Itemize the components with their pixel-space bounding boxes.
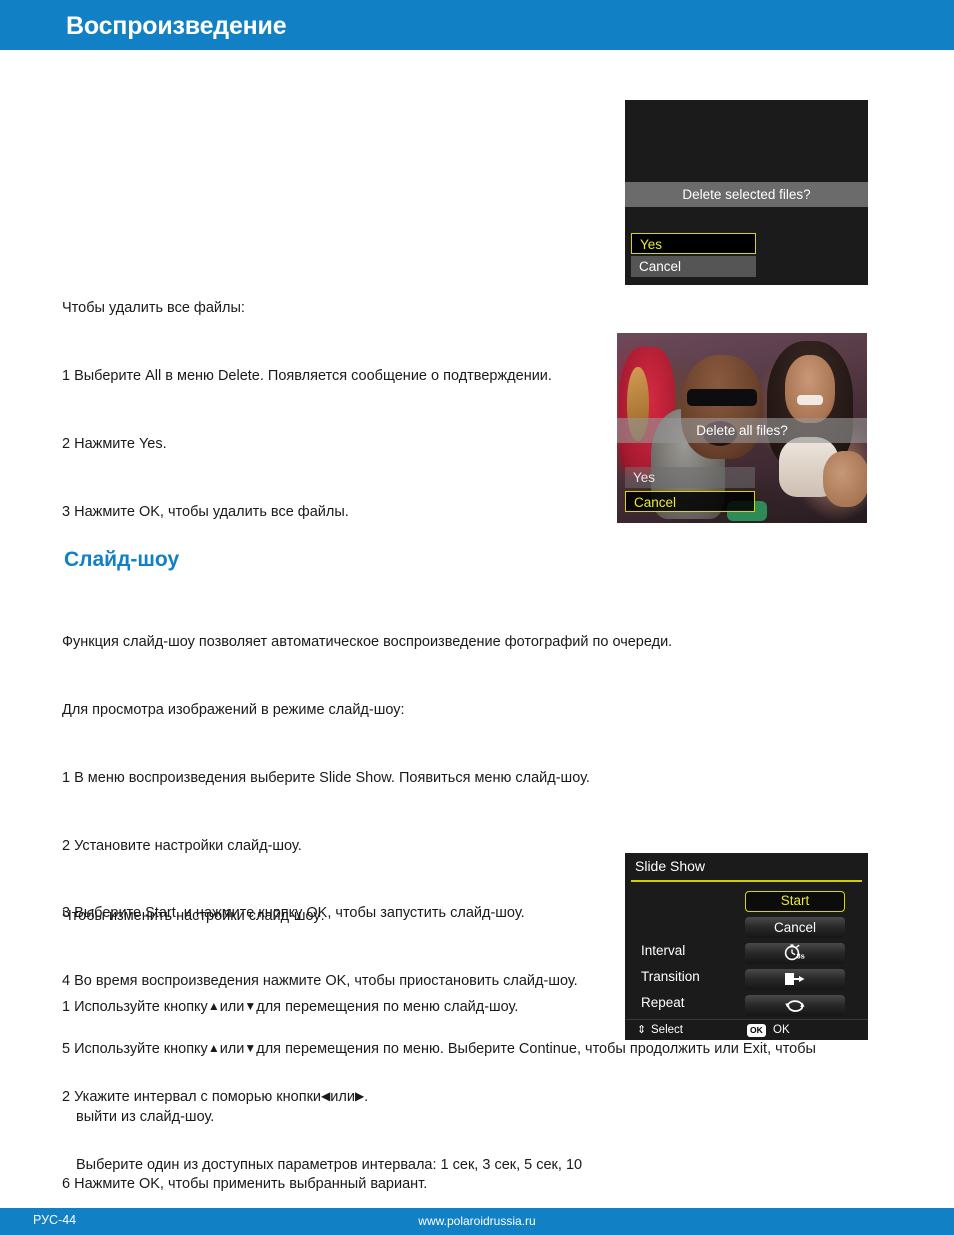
section-heading-slideshow: Слайд-шоу (64, 548, 180, 571)
camera-screen-slide-show: Slide Show Start Cancel Interval 3s Tran… (625, 853, 868, 1040)
photo-hands (823, 451, 867, 507)
left-arrow-icon: ◀ (321, 1088, 331, 1103)
settings-intro: Чтобы изменить настройки слайд-шоу: (62, 908, 325, 925)
settings-step-2-part-a: 2 Укажите интервал с поморью кнопки (62, 1088, 322, 1105)
delete-all-cancel-button[interactable]: Cancel (625, 491, 755, 512)
slide-show-title: Slide Show (635, 858, 706, 874)
slide-show-repeat-value[interactable] (745, 995, 845, 1016)
delete-all-step-2: 2 Нажмите Yes. (62, 435, 167, 452)
settings-step-1-part-c: для перемещения по меню слайд-шоу. (256, 998, 519, 1015)
slideshow-settings-text-block: Чтобы изменить настройки слайд-шоу: 1 Ис… (62, 860, 622, 1235)
loop-repeat-icon (785, 1000, 805, 1012)
delete-all-yes-button[interactable]: Yes (625, 467, 755, 488)
camera-screen-delete-all: Delete all files? Yes Cancel (617, 333, 867, 523)
ok-button-badge-icon: OK (747, 1024, 766, 1037)
up-arrow-icon: ▲ (207, 998, 220, 1013)
delete-selected-cancel-button[interactable]: Cancel (631, 256, 756, 277)
page-title: Воспроизведение (66, 12, 287, 40)
slide-show-interval-value[interactable]: 3s (745, 943, 845, 964)
slide-in-icon (785, 973, 805, 985)
delete-all-text-block: Чтобы удалить все файлы: 1 Выберите All … (62, 252, 622, 568)
status-select-label: Select (651, 1024, 683, 1036)
photo-face-right (785, 355, 835, 423)
delete-selected-yes-button[interactable]: Yes (631, 233, 756, 254)
slideshow-para-2: Для просмотра изображений в режиме слайд… (62, 701, 405, 718)
title-divider (631, 880, 862, 882)
delete-all-intro: Чтобы удалить все файлы: (62, 300, 245, 317)
camera-screen-delete-selected: Delete selected files? Yes Cancel (625, 100, 868, 285)
delete-all-step-3: 3 Нажмите OK, чтобы удалить все файлы. (62, 503, 349, 520)
slide-show-repeat-label: Repeat (641, 995, 685, 1010)
status-ok-label: OK (773, 1024, 790, 1036)
slideshow-para-1: Функция слайд-шоу позволяет автоматическ… (62, 634, 673, 651)
manual-page: Воспроизведение Чтобы удалить все файлы:… (0, 0, 954, 1235)
right-arrow-icon: ▶ (354, 1088, 365, 1103)
delete-all-banner: Delete all files? (617, 418, 867, 443)
slide-show-transition-value[interactable] (745, 969, 845, 990)
stopwatch-icon: 3s (784, 944, 805, 961)
slideshow-step-1: 1 В меню воспроизведения выберите Slide … (62, 769, 590, 786)
down-arrow-icon: ▼ (244, 998, 257, 1013)
settings-step-1-part-a: 1 Используйте кнопку (62, 998, 208, 1015)
slide-show-cancel-button[interactable]: Cancel (745, 917, 845, 938)
footer-website-url: www.polaroidrussia.ru (418, 1214, 536, 1228)
up-down-arrows-icon: ⇕ (637, 1024, 647, 1036)
slide-show-transition-label: Transition (641, 969, 700, 984)
settings-step-2-part-b: или (330, 1088, 355, 1105)
settings-step-1-part-b: или (219, 998, 245, 1015)
photo-sunglasses (687, 389, 757, 406)
settings-step-1: 1 Используйте кнопку▲или▼для перемещения… (62, 996, 622, 1019)
slide-show-start-button[interactable]: Start (745, 891, 845, 912)
delete-all-step-1: 1 Выберите All в меню Delete. Появляется… (62, 367, 552, 384)
settings-step-2: 2 Укажите интервал с поморью кнопки◀или▶… (62, 1086, 622, 1109)
photo-smile-right (797, 395, 823, 405)
slide-show-status-bar: ⇕ Select OK OK (625, 1019, 868, 1040)
interval-seconds-text: 3s (797, 952, 805, 961)
slide-show-interval-label: Interval (641, 943, 686, 958)
delete-selected-banner: Delete selected files? (625, 182, 868, 207)
settings-step-2-continued-1: Выберите один из доступных параметров ин… (76, 1156, 583, 1173)
settings-step-2-part-c: . (364, 1088, 369, 1105)
